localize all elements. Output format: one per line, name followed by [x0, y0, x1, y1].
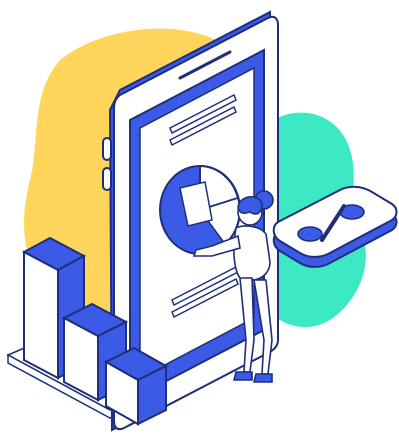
isometric-illustration: %: [0, 0, 399, 438]
badge-symbol: %: [0, 0, 1, 1]
phone-side-button-1: [102, 137, 112, 161]
illustration-svg: %: [0, 0, 398, 432]
phone-side-button-2: [102, 167, 112, 191]
